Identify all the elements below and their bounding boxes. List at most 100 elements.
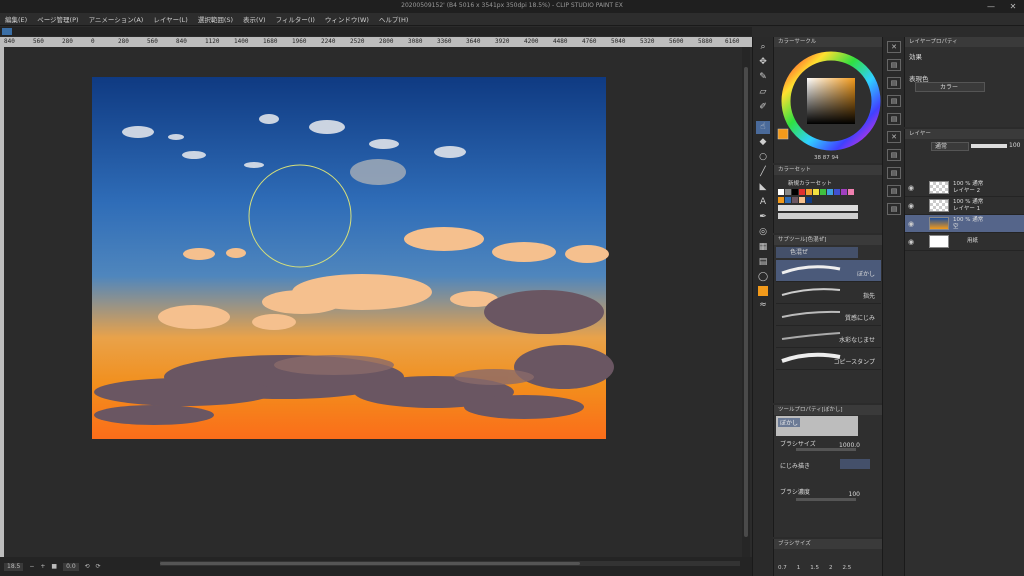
angle-field[interactable]: 0.0 — [63, 562, 79, 571]
menu-layer[interactable]: レイヤー(L) — [148, 14, 193, 24]
canvas-area[interactable] — [4, 47, 742, 557]
zoom-tool-icon[interactable]: ⌕ — [756, 41, 770, 54]
opacity-value[interactable]: 100 — [1009, 142, 1020, 149]
layer-search-icon[interactable]: ▤ — [887, 167, 901, 179]
navigator-icon[interactable]: ✕ — [887, 41, 901, 53]
panel-icon-column: ✕ ▤ ▤ ▤ ▤ ✕ ▤ ▤ ▤ ▤ — [882, 37, 904, 576]
balloon-tool-icon[interactable]: ▤ — [756, 256, 770, 269]
figure-tool-icon[interactable]: ○ — [756, 151, 770, 164]
density-label: ブラシ濃度 — [780, 489, 810, 496]
menu-window[interactable]: ウィンドウ(W) — [320, 14, 374, 24]
close-button[interactable]: ✕ — [1002, 0, 1024, 13]
lasso-tool-icon[interactable]: ◯ — [756, 271, 770, 284]
pattern-tool-icon[interactable]: ◎ — [756, 226, 770, 239]
visibility-eye-icon[interactable]: ◉ — [908, 220, 914, 228]
sub-tool-group-tab[interactable]: 色混ぜ — [776, 247, 858, 258]
blur-mode-toggle[interactable] — [840, 459, 870, 469]
size-preset[interactable]: 2.5 — [843, 565, 852, 571]
brush-finger[interactable]: 指先 — [776, 282, 881, 304]
brush-copy-stamp[interactable]: コピースタンプ — [776, 348, 881, 370]
vertical-scrollbar[interactable] — [742, 47, 750, 557]
horizontal-scrollbar[interactable] — [160, 561, 740, 566]
zoom-in-icon[interactable]: + — [40, 563, 45, 570]
auto-action-icon[interactable]: ▤ — [887, 203, 901, 215]
menu-animation[interactable]: アニメーション(A) — [84, 14, 149, 24]
close-panel-icon[interactable]: ✕ — [887, 131, 901, 143]
ruler-tick: 1400 — [234, 38, 249, 45]
brush-tool-icon[interactable]: ✐ — [756, 101, 770, 114]
minimize-button[interactable]: — — [980, 0, 1002, 13]
tool-preview-label: ぼかし — [778, 418, 801, 427]
layer-row[interactable]: ◉ 用紙 — [905, 233, 1024, 251]
gradient-tool-icon[interactable]: ◣ — [756, 181, 770, 194]
text-tool-icon[interactable]: A — [756, 196, 770, 209]
visibility-eye-icon[interactable]: ◉ — [908, 184, 914, 192]
brush-size-slider[interactable] — [796, 448, 856, 451]
layer-row[interactable]: ◉ 100 % 通常空 — [905, 215, 1024, 233]
brush-watercolor-blend[interactable]: 水彩なじませ — [776, 326, 881, 348]
canvas-tab[interactable] — [2, 28, 12, 35]
eyedropper-tool-icon[interactable]: ✒ — [756, 211, 770, 224]
color-wheel-header: カラーサークル — [774, 37, 882, 47]
size-preset[interactable]: 2 — [829, 565, 833, 571]
sub-view-icon[interactable]: ▤ — [887, 59, 901, 71]
ruler-tick: 560 — [147, 38, 158, 45]
stroke-icon[interactable]: ≈ — [756, 299, 770, 312]
sub-tool-header: サブツール[色混ぜ] — [774, 235, 882, 245]
material-icon-2[interactable]: ▤ — [887, 95, 901, 107]
visibility-eye-icon[interactable]: ◉ — [908, 202, 914, 210]
brush-texture-blend[interactable]: 質感にじみ — [776, 304, 881, 326]
history-icon[interactable]: ▤ — [887, 149, 901, 161]
menu-filter[interactable]: フィルター(I) — [271, 14, 320, 24]
move-tool-icon[interactable]: ✥ — [756, 56, 770, 69]
size-preset[interactable]: 1.5 — [810, 565, 819, 571]
window-title: 20200509152' (B4 5016 x 3541px 350dpi 18… — [401, 2, 623, 9]
visibility-eye-icon[interactable]: ◉ — [908, 238, 914, 246]
vertical-scroll-thumb[interactable] — [744, 67, 748, 537]
blend-mode-select[interactable]: 通常 — [931, 142, 969, 151]
ruler-tick: 5600 — [669, 38, 684, 45]
opacity-slider[interactable] — [971, 144, 1007, 148]
color-wheel[interactable] — [774, 49, 883, 153]
ruler-tick: 3640 — [466, 38, 481, 45]
menu-help[interactable]: ヘルプ(H) — [374, 14, 413, 24]
rotate-icon[interactable]: ⟲ — [85, 563, 90, 570]
menu-view[interactable]: 表示(V) — [238, 14, 271, 24]
layer-row[interactable]: ◉ 100 % 通常 レイヤー 2 — [905, 179, 1024, 197]
eraser-tool-icon[interactable]: ▱ — [756, 86, 770, 99]
material-icon[interactable]: ▤ — [887, 77, 901, 89]
ruler-tick: 2800 — [379, 38, 394, 45]
status-bar: 18.5 − + ■ 0.0 ⟲ ⟳ — [0, 557, 752, 576]
menu-selection[interactable]: 選択範囲(S) — [193, 14, 238, 24]
animation-icon[interactable]: ▤ — [887, 185, 901, 197]
horizontal-scroll-thumb[interactable] — [160, 562, 580, 565]
ruler-tick: 4480 — [553, 38, 568, 45]
flip-icon[interactable]: ⟳ — [96, 563, 101, 570]
ruler-tick: 1120 — [205, 38, 220, 45]
density-value[interactable]: 100 — [849, 491, 860, 498]
ruler-tick: 5040 — [611, 38, 626, 45]
color-set-swatches[interactable] — [778, 189, 878, 225]
size-preset[interactable]: 0.7 — [778, 565, 787, 571]
brush-blur[interactable]: ぼかし — [776, 260, 881, 282]
blend-tool-icon[interactable]: ☝ — [756, 121, 770, 134]
pen-tool-icon[interactable]: ✎ — [756, 71, 770, 84]
main-color-swatch[interactable] — [756, 285, 770, 298]
density-slider[interactable] — [796, 498, 856, 501]
fill-tool-icon[interactable]: ◆ — [756, 136, 770, 149]
menu-edit[interactable]: 編集(E) — [0, 14, 32, 24]
material-icon-3[interactable]: ▤ — [887, 113, 901, 125]
line-tool-icon[interactable]: ╱ — [756, 166, 770, 179]
fit-icon[interactable]: ■ — [51, 563, 57, 570]
zoom-out-icon[interactable]: − — [29, 563, 34, 570]
layer-row[interactable]: ◉ 100 % 通常 レイヤー 1 — [905, 197, 1024, 215]
ruler-tick: 4200 — [524, 38, 539, 45]
menu-page[interactable]: ページ管理(P) — [32, 14, 83, 24]
frame-tool-icon[interactable]: ▦ — [756, 241, 770, 254]
size-preset[interactable]: 1 — [797, 565, 801, 571]
color-set-dropdown[interactable]: 新規カラーセット — [788, 179, 832, 187]
ruler-tick: 2240 — [321, 38, 336, 45]
zoom-field[interactable]: 18.5 — [4, 562, 24, 571]
hsv-readout: 38 87 94 — [814, 155, 839, 161]
expression-color-select[interactable]: カラー — [915, 82, 985, 92]
